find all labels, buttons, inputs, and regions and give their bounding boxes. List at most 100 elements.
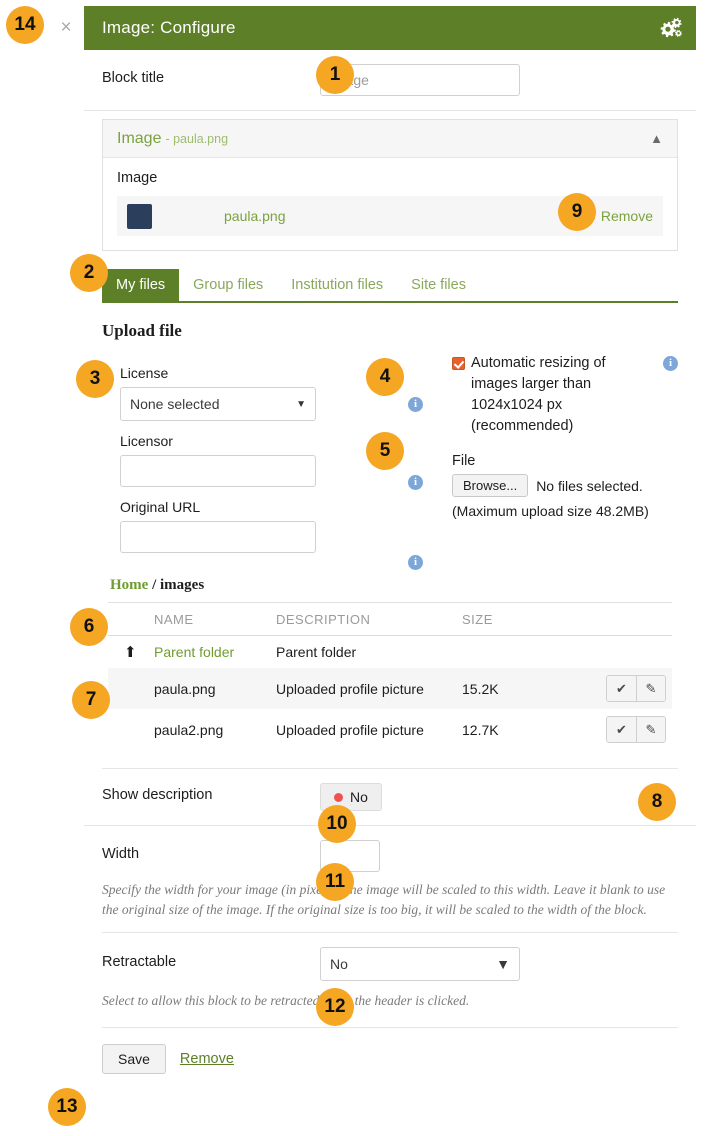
file-source-tabs: My files Group files Institution files S… [102,269,678,303]
gears-icon[interactable] [648,13,682,43]
check-icon[interactable]: ✔ [607,676,636,701]
callout-badge-2: 2 [70,254,108,292]
callout-badge-14: 14 [6,6,44,44]
parent-folder-link[interactable]: Parent folder [154,644,234,660]
info-icon[interactable]: i [408,397,423,412]
tab-site-files[interactable]: Site files [397,269,480,301]
width-label: Width [102,846,140,862]
no-files-selected-text: No files selected. [536,477,643,494]
retractable-row: Retractable No ▼ [84,933,696,989]
auto-resize-row: Automatic resizing of images larger than… [452,353,678,437]
breadcrumb: Home / images [108,575,672,603]
column-size[interactable]: SIZE [462,603,582,636]
tab-group-files[interactable]: Group files [179,269,277,301]
table-row[interactable]: paula.png Uploaded profile picture 15.2K… [108,668,672,709]
breadcrumb-separator: / [148,577,160,593]
original-url-input[interactable] [120,521,316,553]
row-description: Parent folder [276,644,357,660]
image-panel: Image- paula.png ▲ Image paula.png ✖ Rem… [102,119,678,251]
callout-badge-10: 10 [318,805,356,843]
callout-badge-4: 4 [366,358,404,396]
show-description-value: No [350,789,368,805]
tab-institution-files[interactable]: Institution files [277,269,397,301]
callout-badge-6: 6 [70,608,108,646]
image-field-label: Image [117,170,158,186]
row-name[interactable]: paula.png [154,668,276,709]
info-icon[interactable]: i [408,555,423,570]
tab-my-files[interactable]: My files [102,269,180,301]
column-description[interactable]: DESCRIPTION [276,603,462,636]
save-button[interactable]: Save [102,1044,166,1074]
row-size: 15.2K [462,668,582,709]
auto-resize-label: Automatic resizing of images larger than… [471,355,606,434]
row-size: 12.7K [462,721,499,738]
column-icon [108,603,154,636]
callout-badge-3: 3 [76,360,114,398]
pencil-icon[interactable]: ✎ [636,676,665,701]
check-icon[interactable]: ✔ [607,717,636,742]
breadcrumb-home[interactable]: Home [110,577,148,593]
close-button[interactable]: × [48,6,84,50]
image-panel-subheading: - paula.png [165,131,229,146]
dialog-content: Block title Image- paula.png ▲ Image [84,50,696,1088]
image-thumbnail [124,716,148,740]
retractable-select[interactable]: No ▼ [320,947,520,981]
row-name[interactable]: paula2.png [154,709,276,750]
page-title: Image: Configure [102,18,236,37]
dialog-footer: Save Remove [84,1028,696,1088]
block-title-label: Block title [102,70,165,86]
callout-badge-7: 7 [72,681,110,719]
licensor-label: Licensor [120,433,173,449]
upload-right-column: Automatic resizing of images larger than… [394,353,678,570]
table-header-row: NAME DESCRIPTION SIZE [108,603,672,636]
chevron-up-icon[interactable]: ▲ [650,131,663,146]
width-row: Width [84,826,696,878]
license-select[interactable]: None selected ▼ [120,387,316,421]
pencil-icon[interactable]: ✎ [636,717,665,742]
row-description: Uploaded profile picture [276,721,424,738]
callout-badge-5: 5 [366,432,404,470]
image-panel-header[interactable]: Image - paula.png ▲ [103,120,677,158]
column-actions [582,603,672,636]
selected-file-name[interactable]: paula.png [224,208,286,224]
chevron-down-icon: ▼ [496,956,510,972]
retractable-label: Retractable [102,954,177,970]
upload-left-column: License None selected ▼ Licensor Origina… [102,353,394,553]
callout-badge-12: 12 [316,988,354,1026]
screenshot-root: × Image: Configure Block title Image Ima… [0,0,708,1136]
original-url-label: Original URL [120,499,201,515]
callout-badge-9: 9 [558,193,596,231]
show-description-label: Show description [102,787,213,803]
row-description: Uploaded profile picture [276,668,462,709]
image-thumbnail [124,675,148,699]
remove-block-link[interactable]: Remove [180,1051,234,1067]
licensor-input[interactable] [120,455,316,487]
breadcrumb-current: images [160,577,205,593]
row-actions: ✔ ✎ [606,716,666,743]
callout-badge-8: 8 [638,783,676,821]
browse-button[interactable]: Browse... [452,474,529,497]
chevron-down-icon: ▼ [296,398,306,410]
column-name[interactable]: NAME [154,603,276,636]
remove-image-link[interactable]: Remove [601,208,653,224]
arrow-up-folder-icon: ⬆ [124,644,137,661]
auto-resize-checkbox[interactable] [452,357,465,370]
callout-badge-11: 11 [316,863,354,901]
file-label: File [452,453,476,469]
table-row[interactable]: paula2.png Uploaded profile picture 12.7… [108,709,672,750]
info-icon[interactable]: i [408,475,423,490]
width-help-text: Specify the width for your image (in pix… [102,882,666,917]
block-title-row: Block title [84,50,696,111]
info-icon[interactable]: i [663,356,678,371]
dialog-titlebar: Image: Configure [84,6,696,50]
configure-dialog: Image: Configure Block title Image Image… [84,6,696,1088]
table-row[interactable]: ⬆ Parent folder Parent folder [108,636,672,669]
file-browser: Home / images NAME DESCRIPTION SIZE ⬆ Pa… [102,567,678,760]
callout-badge-13: 13 [48,1088,86,1126]
show-description-row: Show description No [84,769,696,826]
file-table: NAME DESCRIPTION SIZE ⬆ Parent folder Pa… [108,603,672,750]
max-upload-size-text: (Maximum upload size 48.2MB) [452,503,649,519]
retractable-value: No [330,956,348,972]
status-dot-icon [334,792,343,802]
callout-badge-1: 1 [316,56,354,94]
